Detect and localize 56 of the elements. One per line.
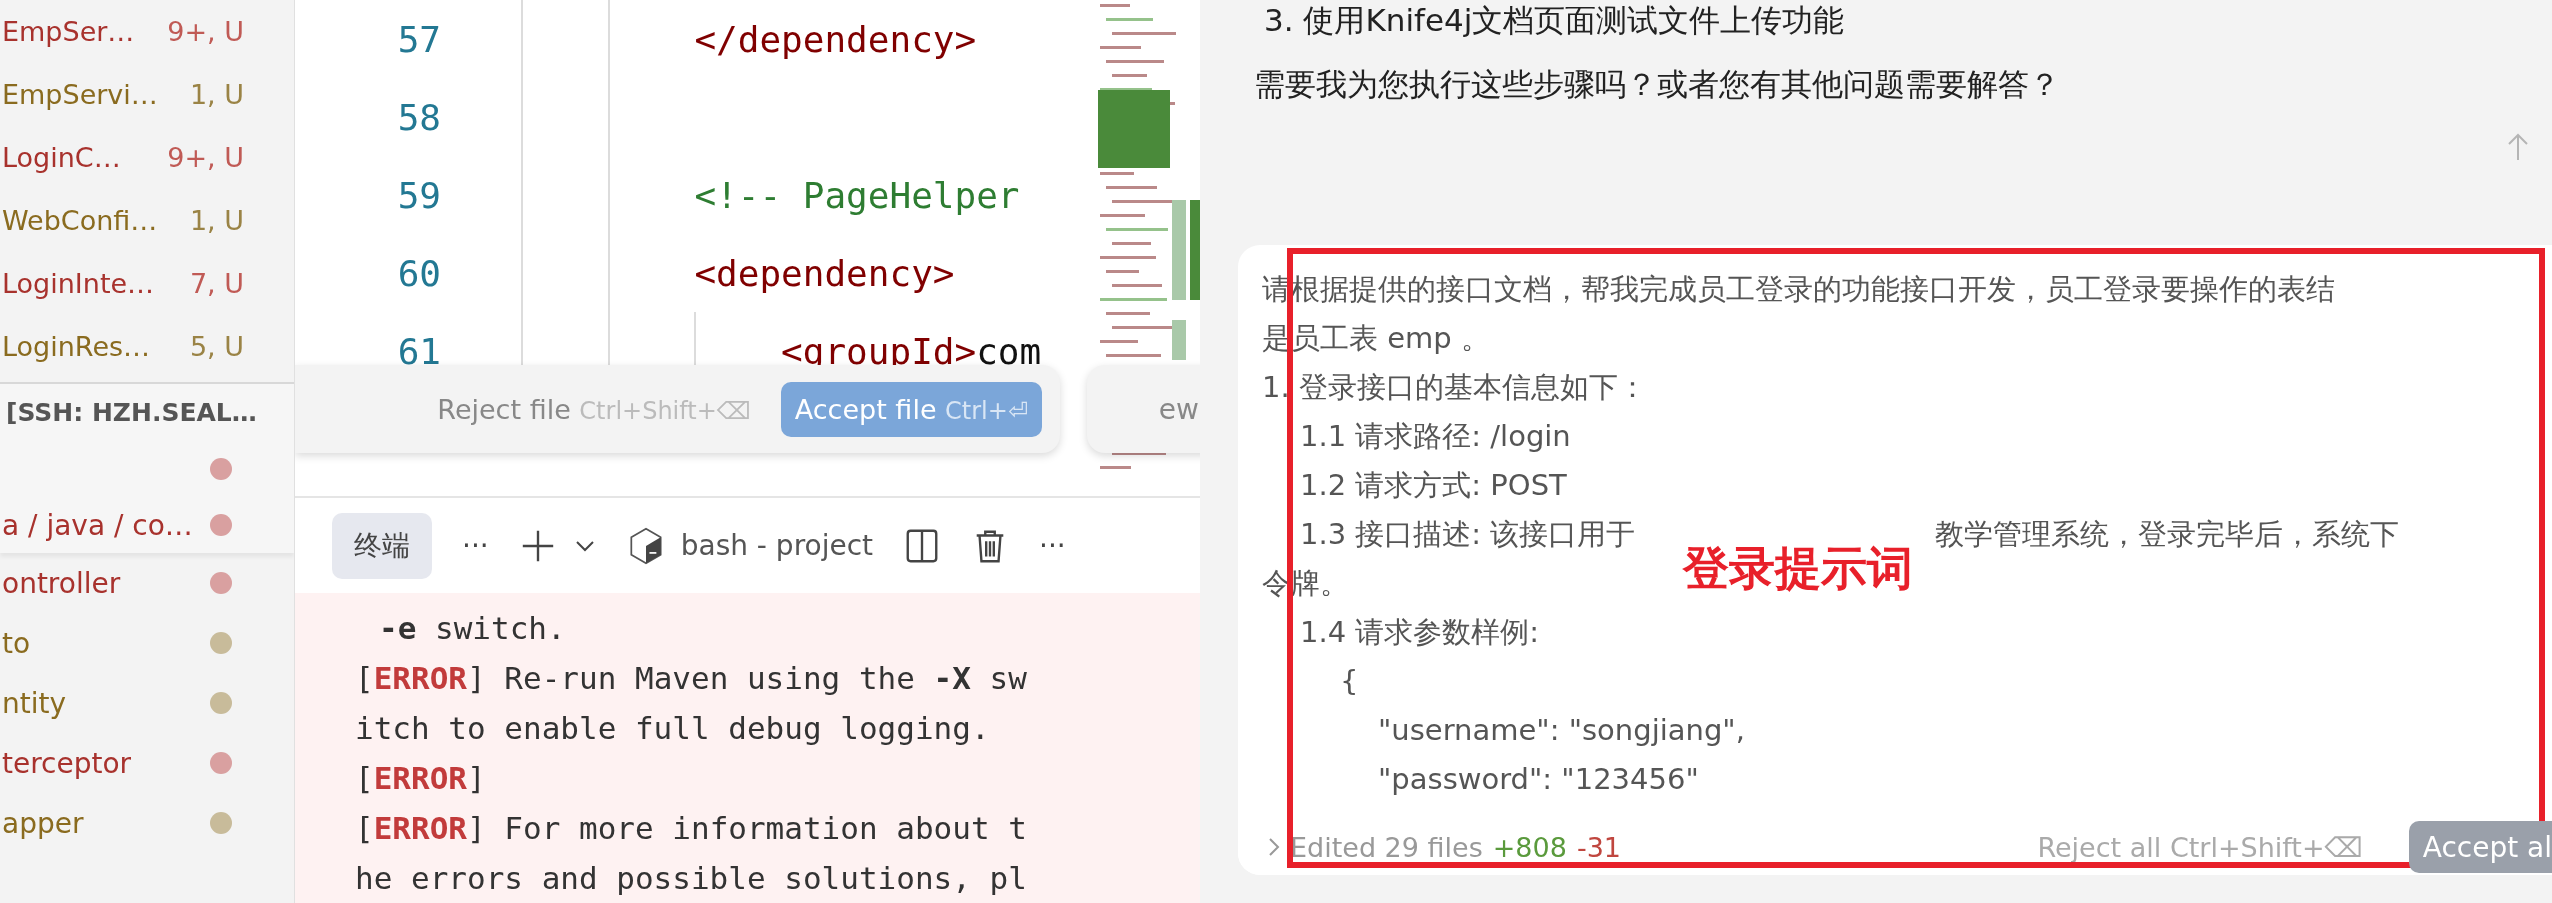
terminal-line: he errors and possible solutions, pl bbox=[355, 859, 1028, 898]
code-line: </dependency> bbox=[693, 18, 977, 60]
reject-file-button[interactable]: Reject file Ctrl+Shift+⌫ bbox=[431, 392, 757, 426]
file-item[interactable]: WebConfi… 1, U bbox=[0, 189, 294, 252]
code-line: <dependency> bbox=[693, 252, 955, 294]
file-item[interactable]: EmpServi… 1, U bbox=[0, 63, 294, 126]
file-item[interactable]: LoginInte… 7, U bbox=[0, 252, 294, 315]
prompt-text: 1.3 接口描述: 该接口用于 bbox=[1300, 516, 1636, 553]
file-item[interactable]: EmpSer… 9+, U bbox=[0, 0, 294, 63]
prompt-text: 教学管理系统，登录完毕后，系统下 bbox=[1935, 516, 2400, 553]
folder-item[interactable]: terceptor bbox=[2, 746, 132, 780]
terminal-line: -e switch. bbox=[378, 609, 567, 648]
folder-item[interactable]: to bbox=[2, 626, 31, 660]
terminal-line: [ERROR] bbox=[355, 759, 487, 798]
more-button[interactable]: ··· bbox=[462, 529, 489, 562]
prompt-text: 1.4 请求参数样例: bbox=[1300, 614, 1540, 651]
removed-count: -31 bbox=[1576, 831, 1622, 863]
terminal-tab[interactable]: 终端 bbox=[332, 512, 432, 579]
line-number: 60 bbox=[396, 252, 441, 294]
prompt-text: "username": "songjiang", bbox=[1378, 712, 1745, 749]
annotation-label: 登录提示词 bbox=[1683, 540, 1913, 597]
prompt-text: "password": "123456" bbox=[1378, 761, 1699, 798]
added-count: +808 bbox=[1492, 831, 1567, 863]
code-line: <groupId>com bbox=[780, 330, 1042, 372]
accept-file-button[interactable]: Accept file Ctrl+⏎ bbox=[780, 381, 1042, 437]
line-number: 58 bbox=[396, 96, 441, 138]
accept-all-button[interactable]: Accept al bbox=[2408, 821, 2552, 873]
code-line: <!-- PageHelper bbox=[693, 174, 1020, 216]
reject-all-button[interactable]: Reject all Ctrl+Shift+⌫ bbox=[2031, 830, 2369, 864]
prompt-text: 1. 登录接口的基本信息如下： bbox=[1262, 369, 1647, 406]
line-number: 61 bbox=[396, 330, 441, 372]
chevron-right-icon[interactable] bbox=[1268, 837, 1280, 857]
section-title[interactable]: [SSH: HZH.SEAL… bbox=[0, 384, 294, 441]
edits-summary[interactable]: Edited 29 files bbox=[1290, 831, 1483, 863]
prompt-text: 是员工表 emp 。 bbox=[1262, 320, 1490, 357]
review-button[interactable]: ew bbox=[1087, 365, 1200, 453]
terminal-line: [ERROR] Re-run Maven using the -X sw bbox=[355, 659, 1028, 698]
terminal-name[interactable]: bash - project bbox=[680, 529, 874, 562]
line-number: 57 bbox=[396, 18, 441, 60]
line-number: 59 bbox=[396, 174, 441, 216]
folder-path[interactable]: a / java / co… bbox=[2, 508, 193, 542]
terminal-line: itch to enable full debug logging. bbox=[355, 709, 991, 748]
terminal-line: [ERROR] For more information about t bbox=[355, 809, 1028, 848]
prompt-text: 请根据提供的接口文档，帮我完成员工登录的功能接口开发，员工登录要操作的表结 bbox=[1262, 271, 2335, 308]
prompt-text: { bbox=[1340, 663, 1359, 700]
file-item[interactable]: LoginRes… 5, U bbox=[0, 315, 294, 378]
prompt-text: 1.1 请求路径: /login bbox=[1300, 418, 1571, 455]
file-item[interactable]: LoginC… 9+, U bbox=[0, 126, 294, 189]
folder-item[interactable]: ontroller bbox=[2, 566, 121, 600]
more-button[interactable]: ··· bbox=[1039, 529, 1066, 562]
chat-message: 需要我为您执行这些步骤吗？或者您有其他问题需要解答？ bbox=[1254, 65, 2061, 104]
chat-message: 3. 使用Knife4j文档页面测试文件上传功能 bbox=[1263, 1, 1846, 40]
folder-item[interactable]: apper bbox=[2, 806, 84, 840]
prompt-text: 令牌。 bbox=[1262, 565, 1349, 602]
folder-item[interactable]: ntity bbox=[2, 686, 67, 720]
prompt-text: 1.2 请求方式: POST bbox=[1300, 467, 1567, 504]
